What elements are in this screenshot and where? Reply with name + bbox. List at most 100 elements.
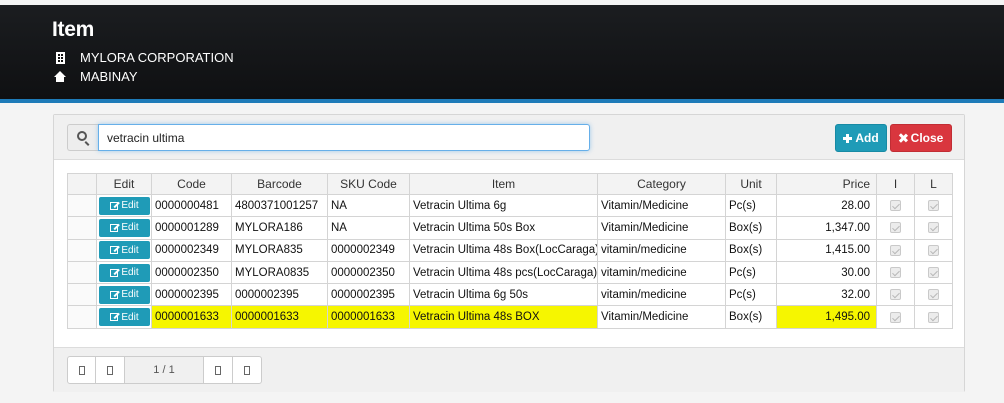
row-selector[interactable] — [67, 238, 97, 262]
add-button-label: Add — [855, 131, 879, 145]
checkbox-i[interactable] — [890, 311, 901, 323]
row-selector[interactable] — [67, 305, 97, 329]
next-page-icon — [215, 365, 221, 375]
edit-icon — [110, 268, 119, 277]
cell-item: Vetracin Ultima 48s Box(LocCaraga) — [409, 238, 598, 262]
cell-sku: 0000002395 — [327, 283, 410, 307]
branch-line: MABINAY — [54, 69, 138, 84]
cell-unit: Pc(s) — [725, 193, 777, 218]
cell-price: 1,347.00 — [776, 216, 877, 240]
header-item[interactable]: Item — [409, 173, 598, 195]
cell-unit: Box(s) — [725, 305, 777, 329]
edit-button[interactable]: Edit — [99, 263, 150, 282]
plus-icon — [843, 133, 853, 143]
cell-category: Vitamin/Medicine — [597, 216, 726, 240]
cell-category: vitamin/medicine — [597, 260, 726, 285]
table-row[interactable]: Edit 0000001633 0000001633 0000001633 Ve… — [67, 305, 953, 329]
cell-code: 0000001633 — [151, 305, 232, 329]
cell-item: Vetracin Ultima 50s Box — [409, 216, 598, 240]
cell-barcode: 4800371001257 — [231, 193, 328, 218]
cell-category: Vitamin/Medicine — [597, 305, 726, 329]
cell-sku: NA — [327, 193, 410, 218]
checkbox-i[interactable] — [890, 267, 901, 278]
checkbox-l[interactable] — [928, 289, 939, 301]
cell-price: 30.00 — [776, 260, 877, 285]
table-row[interactable]: Edit 0000000481 4800371001257 NA Vetraci… — [67, 193, 953, 218]
checkbox-i[interactable] — [890, 289, 901, 301]
edit-icon — [110, 246, 119, 255]
checkbox-l[interactable] — [928, 244, 939, 256]
home-icon — [54, 70, 66, 83]
page-info: 1 / 1 — [124, 356, 204, 384]
cell-item: Vetracin Ultima 6g 50s — [409, 283, 598, 307]
page-title: Item — [52, 18, 94, 41]
header-barcode[interactable]: Barcode — [231, 173, 328, 195]
cell-code: 0000001289 — [151, 216, 232, 240]
panel-toolbar: Add Close — [54, 115, 964, 160]
next-page-button[interactable] — [203, 356, 233, 384]
cell-item: Vetracin Ultima 48s pcs(LocCaraga) — [409, 260, 598, 285]
edit-button[interactable]: Edit — [99, 196, 150, 215]
checkbox-i[interactable] — [890, 244, 901, 256]
edit-button[interactable]: Edit — [99, 241, 150, 260]
row-selector[interactable] — [67, 283, 97, 307]
cell-price: 32.00 — [776, 283, 877, 307]
cell-category: vitamin/medicine — [597, 238, 726, 262]
row-selector[interactable] — [67, 216, 97, 240]
prev-page-icon — [107, 365, 113, 375]
table-row[interactable]: Edit 0000002395 0000002395 0000002395 Ve… — [67, 283, 953, 307]
header-l[interactable]: L — [914, 173, 953, 195]
row-selector[interactable] — [67, 193, 97, 218]
cell-unit: Pc(s) — [725, 283, 777, 307]
edit-button[interactable]: Edit — [99, 308, 150, 327]
item-table: Edit Code Barcode SKU Code Item Category… — [67, 173, 953, 329]
header-rownum — [67, 173, 97, 195]
table-row[interactable]: Edit 0000001289 MYLORA186 NA Vetracin Ul… — [67, 216, 953, 240]
header-edit[interactable]: Edit — [96, 173, 152, 195]
header-code[interactable]: Code — [151, 173, 232, 195]
close-button[interactable]: Close — [890, 124, 952, 152]
row-selector[interactable] — [67, 260, 97, 285]
cell-sku: 0000002350 — [327, 260, 410, 285]
edit-icon — [110, 201, 119, 210]
cell-code: 0000000481 — [151, 193, 232, 218]
add-button[interactable]: Add — [835, 124, 887, 152]
cell-unit: Box(s) — [725, 238, 777, 262]
cell-barcode: MYLORA186 — [231, 216, 328, 240]
checkbox-i[interactable] — [890, 222, 901, 234]
cell-barcode: 0000002395 — [231, 283, 328, 307]
last-page-icon — [244, 365, 250, 375]
checkbox-l[interactable] — [928, 222, 939, 234]
cell-code: 0000002349 — [151, 238, 232, 262]
cell-sku: NA — [327, 216, 410, 240]
header-category[interactable]: Category — [597, 173, 726, 195]
edit-icon — [110, 223, 119, 232]
edit-button[interactable]: Edit — [99, 218, 150, 237]
last-page-button[interactable] — [232, 356, 262, 384]
checkbox-l[interactable] — [928, 267, 939, 278]
search-icon — [77, 131, 87, 141]
cell-item: Vetracin Ultima 48s BOX — [409, 305, 598, 329]
cell-code: 0000002350 — [151, 260, 232, 285]
header-unit[interactable]: Unit — [725, 173, 777, 195]
checkbox-i[interactable] — [890, 200, 901, 212]
search-input[interactable] — [98, 124, 590, 151]
cell-category: vitamin/medicine — [597, 283, 726, 307]
first-page-button[interactable] — [67, 356, 96, 384]
close-button-label: Close — [910, 131, 944, 145]
cell-sku: 0000002349 — [327, 238, 410, 262]
table-row[interactable]: Edit 0000002350 MYLORA0835 0000002350 Ve… — [67, 260, 953, 285]
header-accent-bar — [0, 99, 1004, 103]
edit-icon — [110, 290, 119, 299]
header-sku-code[interactable]: SKU Code — [327, 173, 410, 195]
header-i[interactable]: I — [876, 173, 915, 195]
item-panel: Add Close Edit Code Barcode — [53, 114, 965, 392]
cell-barcode: MYLORA0835 — [231, 260, 328, 285]
table-row[interactable]: Edit 0000002349 MYLORA835 0000002349 Vet… — [67, 238, 953, 262]
edit-button[interactable]: Edit — [99, 285, 150, 304]
prev-page-button[interactable] — [95, 356, 125, 384]
checkbox-l[interactable] — [928, 200, 939, 212]
header-price[interactable]: Price — [776, 173, 877, 195]
edit-icon — [110, 313, 119, 322]
checkbox-l[interactable] — [928, 311, 939, 323]
